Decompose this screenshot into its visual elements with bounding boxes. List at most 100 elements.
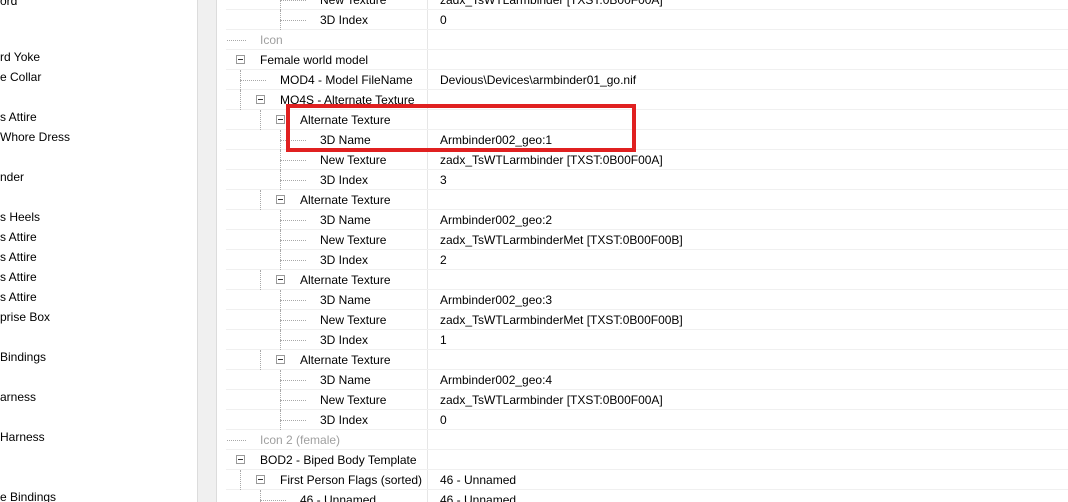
field-label: MOD4 - Model FileName [280, 73, 413, 87]
collapse-icon[interactable] [256, 475, 265, 484]
collapse-icon[interactable] [236, 455, 245, 464]
record-list-item[interactable]: s Attire [0, 229, 37, 245]
record-list-item[interactable]: e Bindings [0, 489, 56, 502]
field-value[interactable]: zadx_TsWTLarmbinderMet [TXST:0B00F00B] [440, 313, 683, 327]
field-value[interactable]: Armbinder002_geo:3 [440, 293, 552, 307]
field-label: BOD2 - Biped Body Template [260, 453, 417, 467]
tree-connector [226, 440, 246, 441]
field-value[interactable]: 46 - Unnamed [440, 473, 516, 487]
field-value[interactable]: 2 [440, 253, 447, 267]
field-value[interactable]: Devious\Devices\armbinder01_go.nif [440, 73, 636, 87]
collapse-icon[interactable] [276, 115, 285, 124]
field-label: New Texture [320, 313, 387, 327]
field-label: Alternate Texture [300, 273, 391, 287]
field-value[interactable]: 0 [440, 13, 447, 27]
field-label: 3D Index [320, 333, 369, 347]
record-list-item[interactable]: prise Box [0, 309, 50, 325]
tree-row[interactable]: 46 - Unnamed 46 - Unnamed [226, 490, 1068, 502]
tree-connector [280, 320, 306, 321]
record-list-item[interactable]: s Attire [0, 249, 37, 265]
field-label: 3D Index [320, 13, 369, 27]
tree-row[interactable]: 3D Index 1 [226, 330, 1068, 350]
collapse-icon[interactable] [276, 275, 285, 284]
tree-row[interactable]: 3D Name Armbinder002_geo:3 [226, 290, 1068, 310]
collapse-icon[interactable] [236, 55, 245, 64]
tree-row[interactable]: New Texture zadx_TsWTLarmbinder [TXST:0B0… [226, 0, 1068, 10]
tree-connector [240, 90, 241, 110]
tree-connector [280, 380, 306, 381]
record-list-item[interactable]: ord [0, 0, 17, 9]
tree-connector [280, 20, 306, 21]
field-value[interactable]: 1 [440, 333, 447, 347]
tree-row[interactable]: Icon 2 (female) [226, 430, 1068, 450]
tree-connector [280, 180, 306, 181]
tree-connector [280, 260, 306, 261]
tree-row[interactable]: 3D Index 3 [226, 170, 1068, 190]
field-label: 46 - Unnamed [300, 493, 377, 502]
record-list-item[interactable]: s Attire [0, 109, 37, 125]
tree-row[interactable]: New Texture zadx_TsWTLarmbinder [TXST:0B0… [226, 390, 1068, 410]
tree-row[interactable]: 3D Name Armbinder002_geo:4 [226, 370, 1068, 390]
field-value[interactable]: 46 - Unnamed [440, 493, 516, 502]
field-value[interactable]: 3 [440, 173, 447, 187]
tree-connector [226, 40, 246, 41]
tree-row[interactable]: New Texture zadx_TsWTLarmbinderMet [TXST:… [226, 310, 1068, 330]
tree-connector [280, 0, 306, 1]
field-label: Alternate Texture [300, 353, 391, 367]
tree-row[interactable]: 3D Name Armbinder002_geo:2 [226, 210, 1068, 230]
field-label: 3D Name [320, 293, 371, 307]
tree-row[interactable]: BOD2 - Biped Body Template [226, 450, 1068, 470]
record-list-item[interactable]: Whore Dress [0, 129, 70, 145]
tree-row[interactable]: Alternate Texture [226, 350, 1068, 370]
record-list-item[interactable]: Bindings [0, 349, 46, 365]
tree-connector [260, 350, 261, 370]
tree-connector [280, 420, 306, 421]
tree-connector [260, 110, 261, 130]
record-list-item[interactable]: nder [0, 169, 24, 185]
record-details-tree: New Texture zadx_TsWTLarmbinder [TXST:0B0… [226, 0, 1068, 502]
field-label: 3D Index [320, 413, 369, 427]
field-label: First Person Flags (sorted) [280, 473, 423, 487]
splitter-bar[interactable] [197, 0, 217, 502]
tree-row[interactable]: MOD4 - Model FileName Devious\Devices\arm… [226, 70, 1068, 90]
record-list-item[interactable]: rd Yoke [0, 49, 40, 65]
tree-row[interactable]: New Texture zadx_TsWTLarmbinderMet [TXST:… [226, 230, 1068, 250]
collapse-icon[interactable] [276, 195, 285, 204]
field-label: New Texture [320, 0, 387, 7]
field-value[interactable]: zadx_TsWTLarmbinder [TXST:0B00F00A] [440, 0, 663, 7]
field-value[interactable]: zadx_TsWTLarmbinder [TXST:0B00F00A] [440, 393, 663, 407]
tree-row[interactable]: Alternate Texture [226, 190, 1068, 210]
tree-row[interactable]: Female world model [226, 50, 1068, 70]
tree-connector [280, 0, 281, 10]
tree-connector [280, 240, 306, 241]
field-value[interactable]: Armbinder002_geo:4 [440, 373, 552, 387]
tree-row[interactable]: New Texture zadx_TsWTLarmbinder [TXST:0B0… [226, 150, 1068, 170]
tree-row[interactable]: Alternate Texture [226, 270, 1068, 290]
field-value[interactable]: zadx_TsWTLarmbinder [TXST:0B00F00A] [440, 153, 663, 167]
record-list-item[interactable]: e Collar [0, 69, 41, 85]
tree-connector [280, 400, 306, 401]
record-list-item[interactable]: s Attire [0, 269, 37, 285]
tree-row[interactable]: First Person Flags (sorted) 46 - Unnamed [226, 470, 1068, 490]
record-list-item[interactable]: s Heels [0, 209, 40, 225]
field-label: 3D Name [320, 213, 371, 227]
tree-connector [260, 500, 286, 501]
record-list-item[interactable]: s Attire [0, 289, 37, 305]
tree-connector [260, 270, 261, 290]
field-label: New Texture [320, 153, 387, 167]
record-list-item[interactable]: Harness [0, 429, 45, 445]
left-record-list: ord rd Yoke e Collar s Attire Whore Dress nde… [0, 0, 196, 502]
field-value[interactable]: 0 [440, 413, 447, 427]
tree-connector [240, 80, 266, 81]
tree-connector [280, 160, 306, 161]
field-label: 3D Name [320, 373, 371, 387]
record-list-item[interactable]: arness [0, 389, 36, 405]
tree-row[interactable]: 3D Index 2 [226, 250, 1068, 270]
tree-row[interactable]: Icon [226, 30, 1068, 50]
tree-row[interactable]: 3D Index 0 [226, 10, 1068, 30]
tree-row[interactable]: 3D Index 0 [226, 410, 1068, 430]
field-value[interactable]: zadx_TsWTLarmbinderMet [TXST:0B00F00B] [440, 233, 683, 247]
collapse-icon[interactable] [256, 95, 265, 104]
collapse-icon[interactable] [276, 355, 285, 364]
field-value[interactable]: Armbinder002_geo:2 [440, 213, 552, 227]
